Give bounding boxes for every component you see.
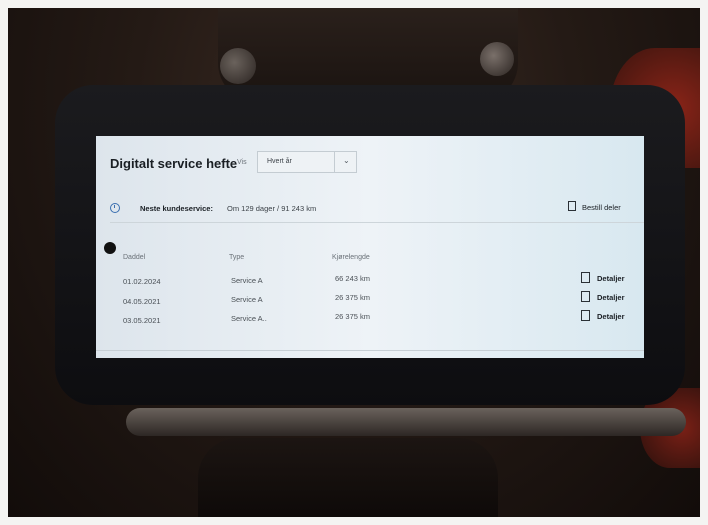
- row-type: Service A: [231, 276, 263, 285]
- camera-cutout: [104, 242, 116, 254]
- filter-label: Vis: [237, 159, 247, 166]
- document-icon: [581, 272, 590, 283]
- select-divider: [334, 152, 335, 172]
- row-date: 03.05.2021: [123, 316, 161, 325]
- clock-icon: [110, 203, 120, 213]
- parts-icon: [568, 201, 576, 211]
- next-service-label: Neste kundeservice:: [140, 204, 213, 213]
- mount-knob-right: [480, 42, 514, 76]
- column-header-date: Daddel: [123, 254, 146, 261]
- row-type: Service A: [231, 295, 263, 304]
- interval-select-value: Hvert år: [267, 158, 292, 165]
- order-parts-button[interactable]: Bestill deler: [568, 201, 621, 212]
- column-header-type: Type: [229, 254, 245, 261]
- page-title: Digitalt service hefte: [110, 156, 238, 171]
- details-label: Detaljer: [597, 293, 625, 302]
- details-link[interactable]: Detaljer: [581, 272, 625, 283]
- interval-select[interactable]: Hvert år ⌄: [257, 151, 357, 173]
- row-mileage: 26 375 km: [335, 293, 371, 302]
- phone-mount-bottom: [198, 438, 498, 517]
- details-link[interactable]: Detaljer: [581, 310, 625, 321]
- details-label: Detaljer: [597, 312, 625, 321]
- row-date: 04.05.2021: [123, 297, 161, 306]
- mount-bar: [126, 408, 686, 436]
- mount-knob-left: [220, 48, 256, 84]
- column-header-mileage: Kjørelengde: [332, 254, 370, 261]
- row-mileage: 26 375 km: [335, 312, 371, 321]
- order-parts-label: Bestill deler: [582, 203, 621, 212]
- chevron-down-icon[interactable]: ⌄: [343, 156, 350, 165]
- row-mileage: 66 243 km: [335, 274, 371, 283]
- phone-screen: Digitalt service hefte Vis Hvert år ⌄ Ne…: [96, 136, 644, 358]
- row-type: Service A..: [231, 314, 267, 323]
- divider: [96, 350, 644, 351]
- document-icon: [581, 310, 590, 321]
- next-service-value: Om 129 dager / 91 243 km: [227, 204, 317, 213]
- details-link[interactable]: Detaljer: [581, 291, 625, 302]
- document-icon: [581, 291, 590, 302]
- row-date: 01.02.2024: [123, 277, 161, 286]
- details-label: Detaljer: [597, 274, 625, 283]
